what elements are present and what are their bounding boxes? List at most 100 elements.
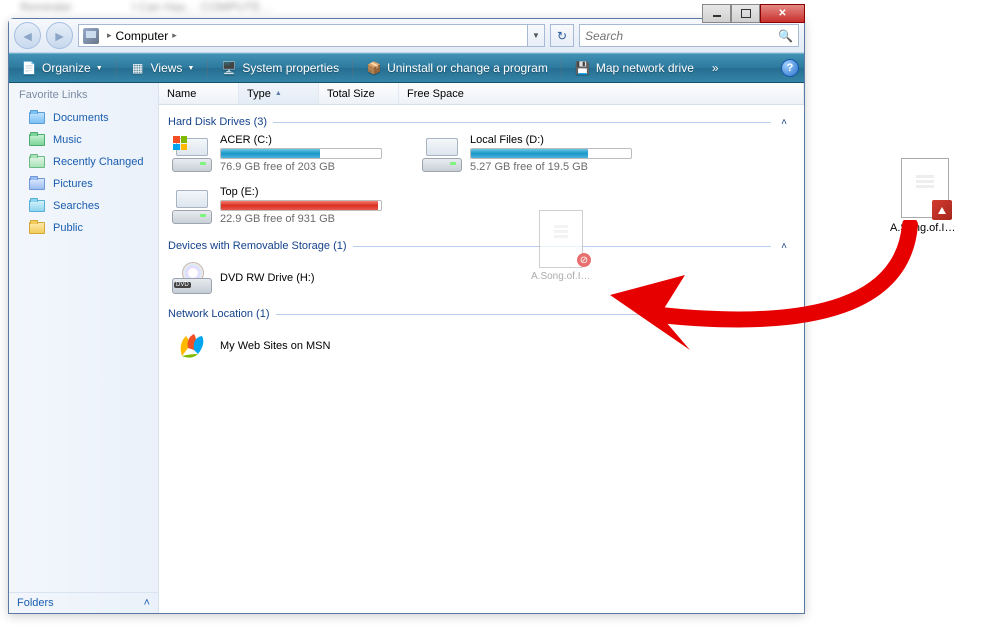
hdd-icon bbox=[172, 186, 212, 226]
minimize-button[interactable] bbox=[702, 4, 731, 23]
chevron-up-icon: ˄ bbox=[144, 597, 150, 609]
folders-label: Folders bbox=[17, 597, 54, 609]
capacity-bar bbox=[220, 148, 382, 159]
column-total-size[interactable]: Total Size bbox=[319, 83, 399, 104]
drive-name: Top (E:) bbox=[220, 186, 382, 198]
toolbar-label: Map network drive bbox=[596, 61, 694, 75]
forward-button[interactable]: ► bbox=[46, 22, 73, 49]
toolbar-label: System properties bbox=[242, 61, 339, 75]
searches-icon bbox=[29, 198, 45, 214]
sidebar-item-searches[interactable]: Searches bbox=[9, 195, 158, 217]
system-properties-button[interactable]: 🖥️ System properties bbox=[214, 57, 346, 79]
public-icon bbox=[29, 220, 45, 236]
group-header-network[interactable]: Network Location (1) ˄ bbox=[164, 304, 799, 322]
group-title: Network Location (1) bbox=[168, 308, 270, 320]
breadcrumb[interactable]: ▸ Computer ▸ ▼ bbox=[78, 24, 545, 47]
chevron-down-icon: ▼ bbox=[187, 65, 194, 72]
group-title: Devices with Removable Storage (1) bbox=[168, 240, 347, 252]
dvd-icon: DVD bbox=[172, 258, 212, 298]
maximize-button[interactable] bbox=[731, 4, 760, 23]
collapse-icon[interactable]: ˄ bbox=[777, 309, 795, 320]
sidebar-item-label: Public bbox=[53, 222, 83, 234]
refresh-button[interactable]: ↻ bbox=[550, 24, 574, 47]
drive-e[interactable]: Top (E:) 22.9 GB free of 931 GB bbox=[172, 186, 382, 226]
column-headers: Name Type▲ Total Size Free Space bbox=[159, 83, 804, 105]
chevron-right-icon[interactable]: ▸ bbox=[103, 30, 116, 41]
back-button[interactable]: ◄ bbox=[14, 22, 41, 49]
network-drive-icon: 💾 bbox=[575, 60, 591, 76]
file-label: A.Song.of.Ic… bbox=[890, 222, 960, 234]
group-header-hdd[interactable]: Hard Disk Drives (3) ˄ bbox=[164, 112, 799, 130]
explorer-window: ◄ ► ▸ Computer ▸ ▼ ↻ 🔍 📄 Organize ▼ ▦ Vi… bbox=[8, 18, 805, 614]
music-icon bbox=[29, 132, 45, 148]
help-button[interactable]: ? bbox=[781, 59, 799, 77]
computer-icon: 🖥️ bbox=[221, 60, 237, 76]
map-drive-button[interactable]: 💾 Map network drive bbox=[568, 57, 701, 79]
uninstall-icon: 📦 bbox=[366, 60, 382, 76]
sidebar-header: Favorite Links bbox=[9, 83, 158, 107]
sidebar-item-label: Pictures bbox=[53, 178, 93, 190]
sidebar-item-music[interactable]: Music bbox=[9, 129, 158, 151]
network-msn[interactable]: My Web Sites on MSN bbox=[172, 326, 382, 366]
drive-name: DVD RW Drive (H:) bbox=[220, 272, 315, 284]
sidebar-item-label: Documents bbox=[53, 112, 109, 124]
recent-icon bbox=[29, 154, 45, 170]
sidebar-item-documents[interactable]: Documents bbox=[9, 107, 158, 129]
sidebar-item-recently-changed[interactable]: Recently Changed bbox=[9, 151, 158, 173]
drive-name: ACER (C:) bbox=[220, 134, 382, 146]
drive-name: My Web Sites on MSN bbox=[220, 340, 330, 352]
collapse-icon[interactable]: ˄ bbox=[777, 117, 795, 128]
no-drop-icon: ⊘ bbox=[577, 253, 591, 267]
drag-ghost-file: ⊘ A.Song.of.Ic… bbox=[531, 210, 591, 282]
organize-icon: 📄 bbox=[21, 60, 37, 76]
sidebar-item-label: Searches bbox=[53, 200, 99, 212]
sidebar: Favorite Links Documents Music Recently … bbox=[9, 83, 159, 613]
drive-free: 5.27 GB free of 19.5 GB bbox=[470, 161, 632, 173]
toolbar-label: Organize bbox=[42, 61, 91, 75]
views-button[interactable]: ▦ Views ▼ bbox=[123, 57, 202, 79]
search-icon: 🔍 bbox=[778, 29, 793, 43]
capacity-bar bbox=[220, 200, 382, 211]
address-bar-row: ◄ ► ▸ Computer ▸ ▼ ↻ 🔍 bbox=[9, 19, 804, 53]
drive-dvd[interactable]: DVD DVD RW Drive (H:) bbox=[172, 258, 382, 298]
toolbar-label: Views bbox=[151, 61, 183, 75]
toolbar-label: » bbox=[712, 61, 719, 75]
breadcrumb-location[interactable]: Computer bbox=[116, 29, 169, 43]
chevron-down-icon: ▼ bbox=[96, 65, 103, 72]
sort-asc-icon: ▲ bbox=[275, 90, 282, 97]
capacity-bar bbox=[470, 148, 632, 159]
breadcrumb-dropdown[interactable]: ▼ bbox=[527, 25, 544, 46]
column-type[interactable]: Type▲ bbox=[239, 83, 319, 104]
drive-free: 76.9 GB free of 203 GB bbox=[220, 161, 382, 173]
column-free-space[interactable]: Free Space bbox=[399, 83, 804, 104]
close-button[interactable] bbox=[760, 4, 805, 23]
drive-c[interactable]: ACER (C:) 76.9 GB free of 203 GB bbox=[172, 134, 382, 174]
uninstall-button[interactable]: 📦 Uninstall or change a program bbox=[359, 57, 555, 79]
folders-expander[interactable]: Folders ˄ bbox=[9, 592, 158, 613]
group-header-removable[interactable]: Devices with Removable Storage (1) ˄ bbox=[164, 236, 799, 254]
hdd-icon bbox=[422, 134, 462, 174]
pdf-badge-icon bbox=[932, 200, 952, 220]
collapse-icon[interactable]: ˄ bbox=[777, 241, 795, 252]
hdd-icon bbox=[172, 134, 212, 174]
search-input[interactable] bbox=[585, 29, 778, 43]
chevron-right-icon[interactable]: ▸ bbox=[168, 30, 181, 41]
sidebar-item-label: Music bbox=[53, 134, 82, 146]
search-box[interactable]: 🔍 bbox=[579, 24, 799, 47]
toolbar: 📄 Organize ▼ ▦ Views ▼ 🖥️ System propert… bbox=[9, 53, 804, 83]
documents-icon bbox=[29, 110, 45, 126]
toolbar-label: Uninstall or change a program bbox=[387, 61, 548, 75]
computer-icon bbox=[83, 28, 99, 44]
group-title: Hard Disk Drives (3) bbox=[168, 116, 267, 128]
sidebar-item-pictures[interactable]: Pictures bbox=[9, 173, 158, 195]
sidebar-item-public[interactable]: Public bbox=[9, 217, 158, 239]
msn-icon bbox=[172, 326, 212, 366]
views-icon: ▦ bbox=[130, 60, 146, 76]
ghost-label: A.Song.of.Ic… bbox=[531, 271, 591, 282]
drive-d[interactable]: Local Files (D:) 5.27 GB free of 19.5 GB bbox=[422, 134, 632, 174]
desktop-file-pdf[interactable]: A.Song.of.Ic… bbox=[890, 158, 960, 234]
column-name[interactable]: Name bbox=[159, 83, 239, 104]
organize-button[interactable]: 📄 Organize ▼ bbox=[14, 57, 110, 79]
more-button[interactable]: » bbox=[705, 58, 726, 78]
sidebar-item-label: Recently Changed bbox=[53, 156, 144, 168]
